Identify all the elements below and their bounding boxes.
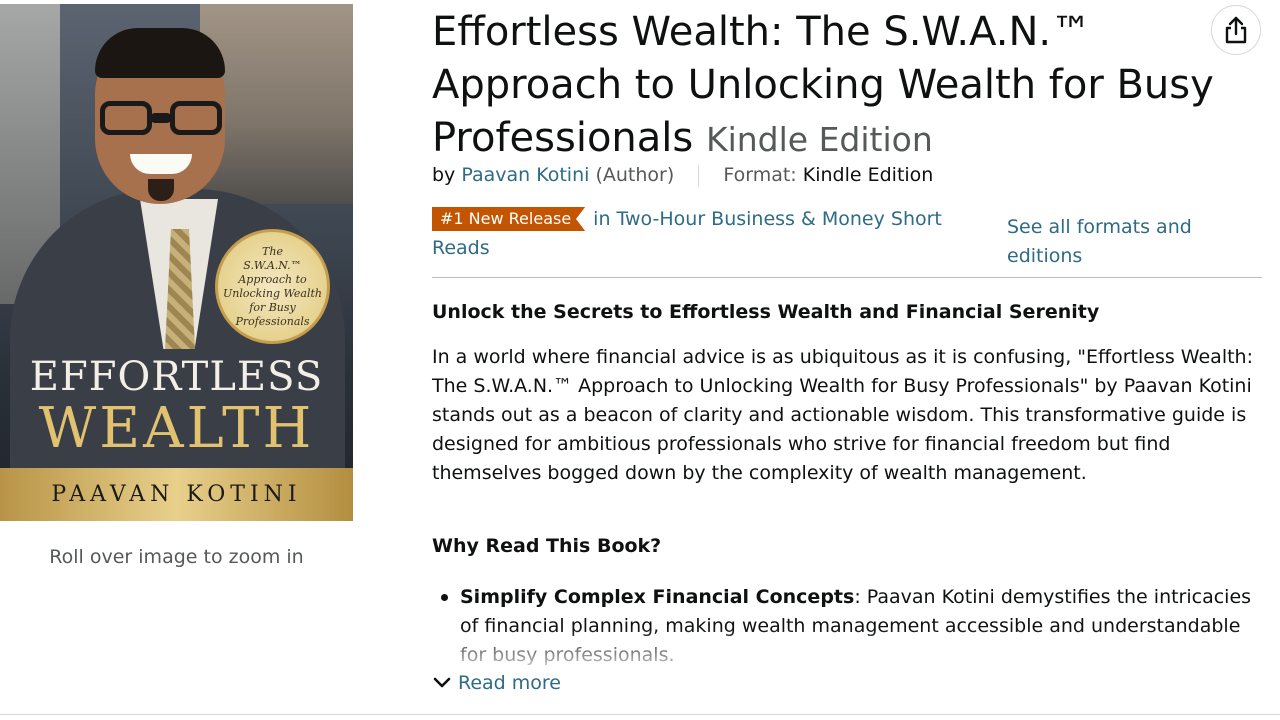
read-more-label: Read more [458, 672, 561, 694]
new-release-badge[interactable]: #1 New Release [432, 207, 586, 231]
format-value: Kindle Edition [802, 164, 934, 186]
chevron-down-icon [433, 677, 451, 688]
share-button[interactable] [1211, 5, 1261, 55]
cover-title-line2: WEALTH [38, 396, 315, 461]
cover-title-line1: EFFORTLESS [29, 354, 324, 400]
format-label: Format: [723, 164, 797, 186]
list-item-title: Simplify Complex Financial Concepts [460, 586, 855, 608]
cover-hair [95, 28, 225, 78]
byline: by Paavan Kotini (Author) Format: Kindle… [432, 164, 933, 187]
byline-separator [698, 164, 700, 187]
best-seller-row: #1 New Release in Two-Hour Business & Mon… [432, 205, 977, 263]
divider [432, 277, 1262, 278]
cover-author-name: PAAVAN KOTINI [51, 482, 302, 507]
why-read-heading: Why Read This Book? [432, 535, 662, 557]
by-label: by [432, 164, 456, 186]
book-cover-image[interactable]: The S.W.A.N.™ Approach to Unlocking Weal… [0, 4, 353, 521]
cover-beard [148, 179, 174, 201]
author-role: (Author) [595, 164, 675, 186]
description-paragraph: In a world where financial advice is as … [432, 346, 1253, 484]
see-all-formats-link[interactable]: See all formats and editions [1007, 213, 1237, 271]
share-icon [1225, 16, 1247, 44]
product-edition: Kindle Edition [705, 120, 933, 159]
bottom-divider [0, 714, 1280, 715]
description-heading: Unlock the Secrets to Effortless Wealth … [432, 301, 1100, 323]
author-link[interactable]: Paavan Kotini [461, 164, 589, 186]
text-fade-overlay [432, 628, 1262, 672]
product-title: Effortless Wealth: The S.W.A.N.™ Approac… [432, 6, 1232, 166]
zoom-hint: Roll over image to zoom in [49, 546, 304, 568]
read-more-button[interactable]: Read more [432, 672, 561, 694]
cover-glasses [92, 101, 232, 137]
cover-seal: The S.W.A.N.™ Approach to Unlocking Weal… [215, 229, 330, 344]
